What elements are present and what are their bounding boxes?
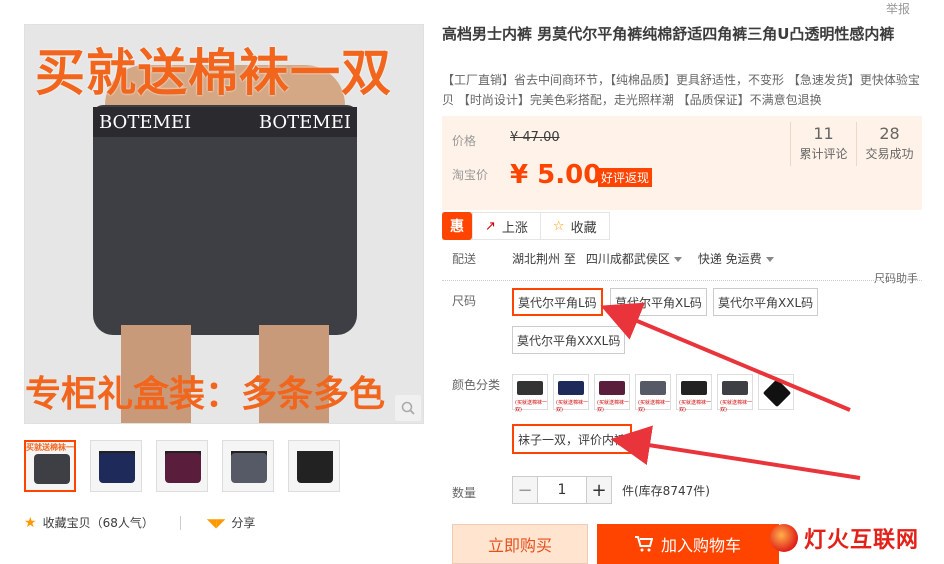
sold-stat: 28 交易成功	[856, 122, 922, 166]
original-price: ¥ 47.00	[510, 130, 560, 145]
product-subtitle: 【工厂直销】省去中间商环节，【纯棉品质】更具舒适性，不变形 【急速发货】更快体验…	[442, 73, 920, 107]
promo-top-text: 买就送棉袜一双	[35, 44, 392, 102]
watermark-text: 灯火互联网	[804, 528, 920, 553]
thumb-promo-text: 买就送棉袜一双	[26, 443, 74, 452]
arrow-to-gift	[610, 425, 861, 480]
size-option-l[interactable]: 莫代尔平角L码	[512, 288, 603, 316]
size-helper-link[interactable]: 尺码助手	[874, 270, 918, 286]
color-swatch-6[interactable]: (买就送棉袜一双)	[717, 374, 753, 413]
quantity-plus-button[interactable]: +	[586, 476, 612, 504]
delivery-destination[interactable]: 四川成都武侯区	[586, 250, 682, 267]
brand-left: BOTEMEI	[99, 111, 192, 133]
share-icon[interactable]: ◥◤	[207, 516, 225, 530]
taobao-price-label: 淘宝价	[452, 168, 489, 182]
product-title: 高档男士内裤 男莫代尔平角裤纯棉舒适四角裤三角U凸透明性感内裤	[442, 25, 895, 43]
waistband: BOTEMEI BOTEMEI	[93, 107, 357, 137]
thumbnail-2[interactable]	[90, 440, 142, 492]
divider	[179, 515, 181, 530]
size-label: 尺码	[452, 294, 477, 308]
collect-link[interactable]: 收藏宝贝（68人气）	[43, 514, 154, 531]
price-label: 价格	[452, 134, 477, 148]
stock-info: 件(库存8747件)	[622, 483, 710, 498]
delivery-row: 配送 湖北荆州 至 四川成都武侯区 快递 免运费	[452, 250, 774, 267]
report-link[interactable]: 举报	[886, 0, 910, 17]
thumb-product	[34, 454, 70, 484]
stats: 11 累计评论 28 交易成功	[790, 116, 922, 210]
delivery-from: 湖北荆州 至	[512, 252, 576, 266]
reviews-label: 累计评论	[799, 147, 848, 161]
cashback-badge[interactable]: 好评返现	[598, 168, 653, 187]
discount-icon[interactable]: 惠	[442, 212, 472, 240]
size-option-xxl[interactable]: 莫代尔平角XXL码	[713, 288, 819, 316]
thumbnail-3[interactable]	[156, 440, 208, 492]
reviews-count: 11	[813, 124, 834, 143]
color-swatch-1[interactable]: (买就送棉袜一双)	[512, 374, 548, 413]
star-icon[interactable]: ★	[24, 515, 37, 531]
gift-option[interactable]: 袜子一双，评价内裤	[512, 424, 633, 454]
quantity-stepper: − 1 + 件(库存8747件)	[512, 476, 710, 504]
thumbnail-1[interactable]: 买就送棉袜一双	[24, 440, 76, 492]
color-swatch-4[interactable]: (买就送棉袜一双)	[635, 374, 671, 413]
color-label: 颜色分类	[452, 378, 501, 392]
watermark: 灯火互联网	[770, 522, 919, 554]
sold-count: 28	[879, 124, 900, 143]
sold-label: 交易成功	[865, 147, 914, 161]
price-box: 价格 ¥ 47.00 淘宝价 ¥ 5.00 好评返现 11 累计评论 28 交易…	[442, 116, 922, 210]
watermark-logo-icon	[770, 524, 798, 552]
color-swatch-2[interactable]: (买就送棉袜一双)	[553, 374, 589, 413]
add-to-cart-button[interactable]: 加入购物车	[597, 524, 779, 564]
color-swatch-7[interactable]	[758, 374, 794, 410]
quantity-input[interactable]: 1	[538, 476, 586, 504]
collect-share-row: ★ 收藏宝贝（68人气） ◥◤ 分享	[24, 514, 255, 531]
section-divider	[442, 280, 922, 281]
share-link[interactable]: 分享	[231, 514, 255, 531]
delivery-method[interactable]: 快递 免运费	[698, 250, 774, 267]
cart-icon	[634, 536, 653, 552]
price-rise-label: 上涨	[501, 220, 528, 236]
quantity-minus-button[interactable]: −	[512, 476, 538, 504]
chevron-down-icon	[673, 257, 682, 262]
star-outline-icon: ☆	[552, 218, 565, 234]
chevron-down-icon	[765, 257, 774, 262]
underwear-graphic	[93, 105, 357, 335]
favorite-button[interactable]: ☆ 收藏	[539, 213, 609, 239]
sale-price: ¥ 5.00	[510, 160, 602, 190]
price-rise-button[interactable]: ↗ 上涨	[472, 213, 540, 239]
color-swatch-3[interactable]: (买就送棉袜一双)	[594, 374, 630, 413]
thumbnail-strip: 买就送棉袜一双	[24, 440, 340, 492]
trend-up-icon: ↗	[485, 218, 496, 234]
zoom-icon[interactable]	[395, 395, 421, 421]
delivery-label: 配送	[452, 252, 477, 266]
thumbnail-4[interactable]	[222, 440, 274, 492]
color-swatch-5[interactable]: (买就送棉袜一双)	[676, 374, 712, 413]
size-option-xxxl[interactable]: 莫代尔平角XXXL码	[512, 326, 626, 354]
main-product-image[interactable]: BOTEMEI BOTEMEI 买就送棉袜一双 专柜礼盒装：多条多色	[24, 24, 424, 424]
brand-right: BOTEMEI	[258, 111, 351, 133]
quantity-label: 数量	[452, 486, 477, 500]
buy-now-button[interactable]: 立即购买	[452, 524, 588, 564]
promo-bottom-text: 专柜礼盒装：多条多色	[25, 374, 386, 415]
favorite-label: 收藏	[570, 220, 597, 236]
action-bar: 惠 ↗ 上涨 ☆ 收藏	[442, 212, 610, 240]
reviews-stat[interactable]: 11 累计评论	[790, 122, 856, 166]
size-option-xl[interactable]: 莫代尔平角XL码	[610, 288, 707, 316]
thumbnail-5[interactable]	[288, 440, 340, 492]
add-to-cart-label: 加入购物车	[660, 536, 741, 555]
